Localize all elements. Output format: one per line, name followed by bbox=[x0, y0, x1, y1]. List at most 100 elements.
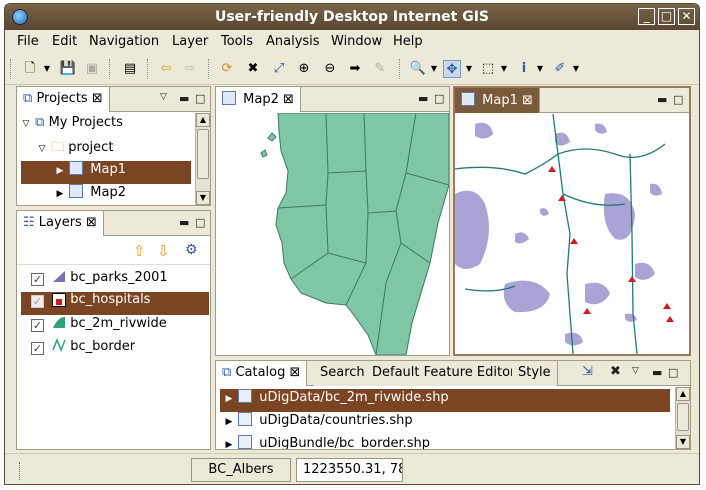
minimize-view-icon[interactable]: ▬ bbox=[652, 366, 662, 379]
new-dropdown-icon[interactable]: ▼ bbox=[38, 60, 56, 78]
forward-arrow-icon[interactable]: ⇨ bbox=[181, 60, 199, 78]
import-icon[interactable]: ⇲ bbox=[582, 364, 593, 379]
zoom-out-icon[interactable]: ⊖ bbox=[321, 60, 339, 78]
menu-file[interactable]: File bbox=[17, 34, 39, 49]
projects-scrollbar[interactable]: ▲ ▼ bbox=[195, 113, 210, 205]
minimize-view-icon[interactable]: ▬ bbox=[179, 216, 189, 229]
save-all-icon[interactable]: ▣ bbox=[83, 60, 101, 78]
back-arrow-icon[interactable]: ⇦ bbox=[157, 60, 175, 78]
collapsed-arrow-icon[interactable]: ▶ bbox=[224, 394, 234, 404]
menu-tools[interactable]: Tools bbox=[221, 34, 253, 49]
coordinates-field[interactable]: 1223550.31, 78 bbox=[296, 458, 403, 482]
refresh-icon[interactable]: ⟳ bbox=[218, 60, 236, 78]
select-dropdown-icon[interactable]: ▼ bbox=[495, 60, 513, 78]
scroll-up-icon[interactable]: ▲ bbox=[676, 387, 690, 401]
expanded-arrow-icon[interactable]: ▽ bbox=[37, 144, 47, 154]
eraser-icon[interactable]: ✎ bbox=[371, 60, 389, 78]
shapefile-icon bbox=[238, 435, 253, 449]
layer-visibility-checkbox[interactable]: ✓ bbox=[31, 342, 44, 355]
map-icon bbox=[461, 92, 475, 106]
pan-tool-icon[interactable]: ✥ bbox=[443, 60, 461, 78]
properties-icon[interactable]: ▤ bbox=[121, 60, 139, 78]
maximize-view-icon[interactable]: □ bbox=[434, 92, 444, 105]
tree-item-map2[interactable]: ▶ Map2 bbox=[21, 184, 126, 205]
close-button[interactable]: ✕ bbox=[678, 8, 695, 25]
minimize-button[interactable]: _ bbox=[638, 8, 655, 25]
catalog-item[interactable]: ▶ uDigData/bc_2m_rivwide.shp bbox=[220, 389, 670, 412]
tab-default-feature-editor[interactable]: Default Feature Editor bbox=[366, 361, 523, 386]
close-tab-icon[interactable]: ⊠ bbox=[290, 365, 301, 380]
maximize-button[interactable]: □ bbox=[658, 8, 675, 25]
stop-icon[interactable]: ✖ bbox=[244, 60, 262, 78]
edit-dropdown-icon[interactable]: ▼ bbox=[567, 60, 585, 78]
zoom-in-icon[interactable]: ⊕ bbox=[295, 60, 313, 78]
crs-field[interactable]: BC_Albers bbox=[191, 458, 291, 482]
scroll-down-icon[interactable]: ▼ bbox=[676, 435, 690, 449]
maximize-view-icon[interactable]: □ bbox=[673, 93, 683, 106]
catalog-item[interactable]: ▶ uDigData/countries.shp bbox=[220, 412, 413, 435]
project-icon: 🗀 bbox=[51, 140, 65, 155]
layer-row-bc-2m-rivwide[interactable]: ✓ bc_2m_rivwide bbox=[31, 315, 167, 338]
menu-edit[interactable]: Edit bbox=[52, 34, 77, 49]
tab-projects[interactable]: ⧉ Projects ⊠ bbox=[17, 87, 110, 112]
remove-icon[interactable]: ✖ bbox=[610, 364, 621, 379]
new-icon[interactable]: 🗋 bbox=[21, 60, 39, 78]
close-tab-icon[interactable]: ⊠ bbox=[522, 93, 533, 108]
tab-layers[interactable]: ☷ Layers ⊠ bbox=[17, 211, 104, 236]
map1-canvas[interactable] bbox=[455, 114, 689, 354]
layer-row-bc-parks[interactable]: ✓ bc_parks_2001 bbox=[31, 269, 168, 292]
zoom-dropdown-icon[interactable]: ▼ bbox=[425, 60, 443, 78]
next-icon[interactable]: ➡ bbox=[346, 60, 364, 78]
maximize-view-icon[interactable]: □ bbox=[668, 366, 678, 379]
tab-style[interactable]: Style bbox=[512, 361, 558, 386]
collapsed-arrow-icon[interactable]: ▶ bbox=[55, 166, 65, 176]
maximize-view-icon[interactable]: □ bbox=[195, 216, 205, 229]
scroll-thumb[interactable] bbox=[677, 403, 689, 431]
save-icon[interactable]: 💾 bbox=[59, 60, 77, 78]
layer-row-bc-hospitals[interactable]: ✓ bc_hospitals bbox=[21, 292, 209, 315]
collapsed-arrow-icon[interactable]: ▶ bbox=[55, 189, 65, 199]
expanded-arrow-icon[interactable]: ▽ bbox=[21, 119, 31, 129]
scroll-down-icon[interactable]: ▼ bbox=[196, 191, 210, 205]
pan-dropdown-icon[interactable]: ▼ bbox=[460, 60, 478, 78]
info-dropdown-icon[interactable]: ▼ bbox=[531, 60, 549, 78]
tab-map1[interactable]: Map1 ⊠ bbox=[455, 88, 540, 113]
projects-panel: ⧉ Projects ⊠ ▽ ▬ □ ▽ ⧉ My Projects ▽ 🗀 p… bbox=[16, 86, 211, 206]
menu-layer[interactable]: Layer bbox=[172, 34, 208, 49]
menu-help[interactable]: Help bbox=[393, 34, 423, 49]
minimize-view-icon[interactable]: ▬ bbox=[657, 93, 667, 106]
map2-canvas[interactable] bbox=[216, 113, 449, 355]
view-menu-icon[interactable]: ▽ bbox=[632, 366, 639, 376]
menu-analysis[interactable]: Analysis bbox=[266, 34, 320, 49]
tab-catalog[interactable]: ⧉ Catalog ⊠ bbox=[216, 361, 308, 386]
zoom-extent-icon[interactable]: ⤢ bbox=[270, 60, 288, 78]
toolbar-separator bbox=[10, 59, 11, 79]
tab-search[interactable]: Search bbox=[314, 361, 372, 386]
view-menu-icon[interactable]: ▽ bbox=[160, 92, 167, 102]
tree-item-map1[interactable]: ▶ Map1 bbox=[21, 161, 191, 184]
scroll-up-icon[interactable]: ▲ bbox=[196, 113, 210, 127]
layer-visibility-checkbox[interactable]: ✓ bbox=[31, 273, 44, 286]
close-tab-icon[interactable]: ⊠ bbox=[86, 215, 97, 230]
catalog-scrollbar[interactable]: ▲ ▼ bbox=[675, 387, 690, 449]
scroll-thumb[interactable] bbox=[197, 129, 209, 179]
minimize-view-icon[interactable]: ▬ bbox=[418, 92, 428, 105]
tab-map2[interactable]: Map2 ⊠ bbox=[216, 87, 301, 112]
layer-visibility-checkbox[interactable]: ✓ bbox=[31, 295, 44, 308]
tree-item-project[interactable]: ▽ 🗀 project bbox=[37, 138, 114, 161]
menu-window[interactable]: Window bbox=[331, 34, 382, 49]
minimize-view-icon[interactable]: ▬ bbox=[179, 92, 189, 105]
move-up-icon[interactable]: ⇧ bbox=[133, 242, 146, 260]
move-down-icon[interactable]: ⇩ bbox=[157, 242, 170, 260]
layer-settings-icon[interactable]: ⚙ bbox=[185, 242, 198, 258]
menu-navigation[interactable]: Navigation bbox=[89, 34, 159, 49]
maximize-view-icon[interactable]: □ bbox=[195, 92, 205, 105]
layer-visibility-checkbox[interactable]: ✓ bbox=[31, 319, 44, 332]
collapsed-arrow-icon[interactable]: ▶ bbox=[224, 440, 234, 449]
close-tab-icon[interactable]: ⊠ bbox=[283, 92, 294, 107]
collapsed-arrow-icon[interactable]: ▶ bbox=[224, 417, 234, 427]
catalog-item[interactable]: ▶ uDigBundle/bc_border.shp bbox=[220, 435, 430, 449]
close-tab-icon[interactable]: ⊠ bbox=[92, 91, 103, 106]
tree-item-my-projects[interactable]: ▽ ⧉ My Projects bbox=[21, 115, 123, 138]
layer-row-bc-border[interactable]: ✓ bc_border bbox=[31, 337, 135, 361]
